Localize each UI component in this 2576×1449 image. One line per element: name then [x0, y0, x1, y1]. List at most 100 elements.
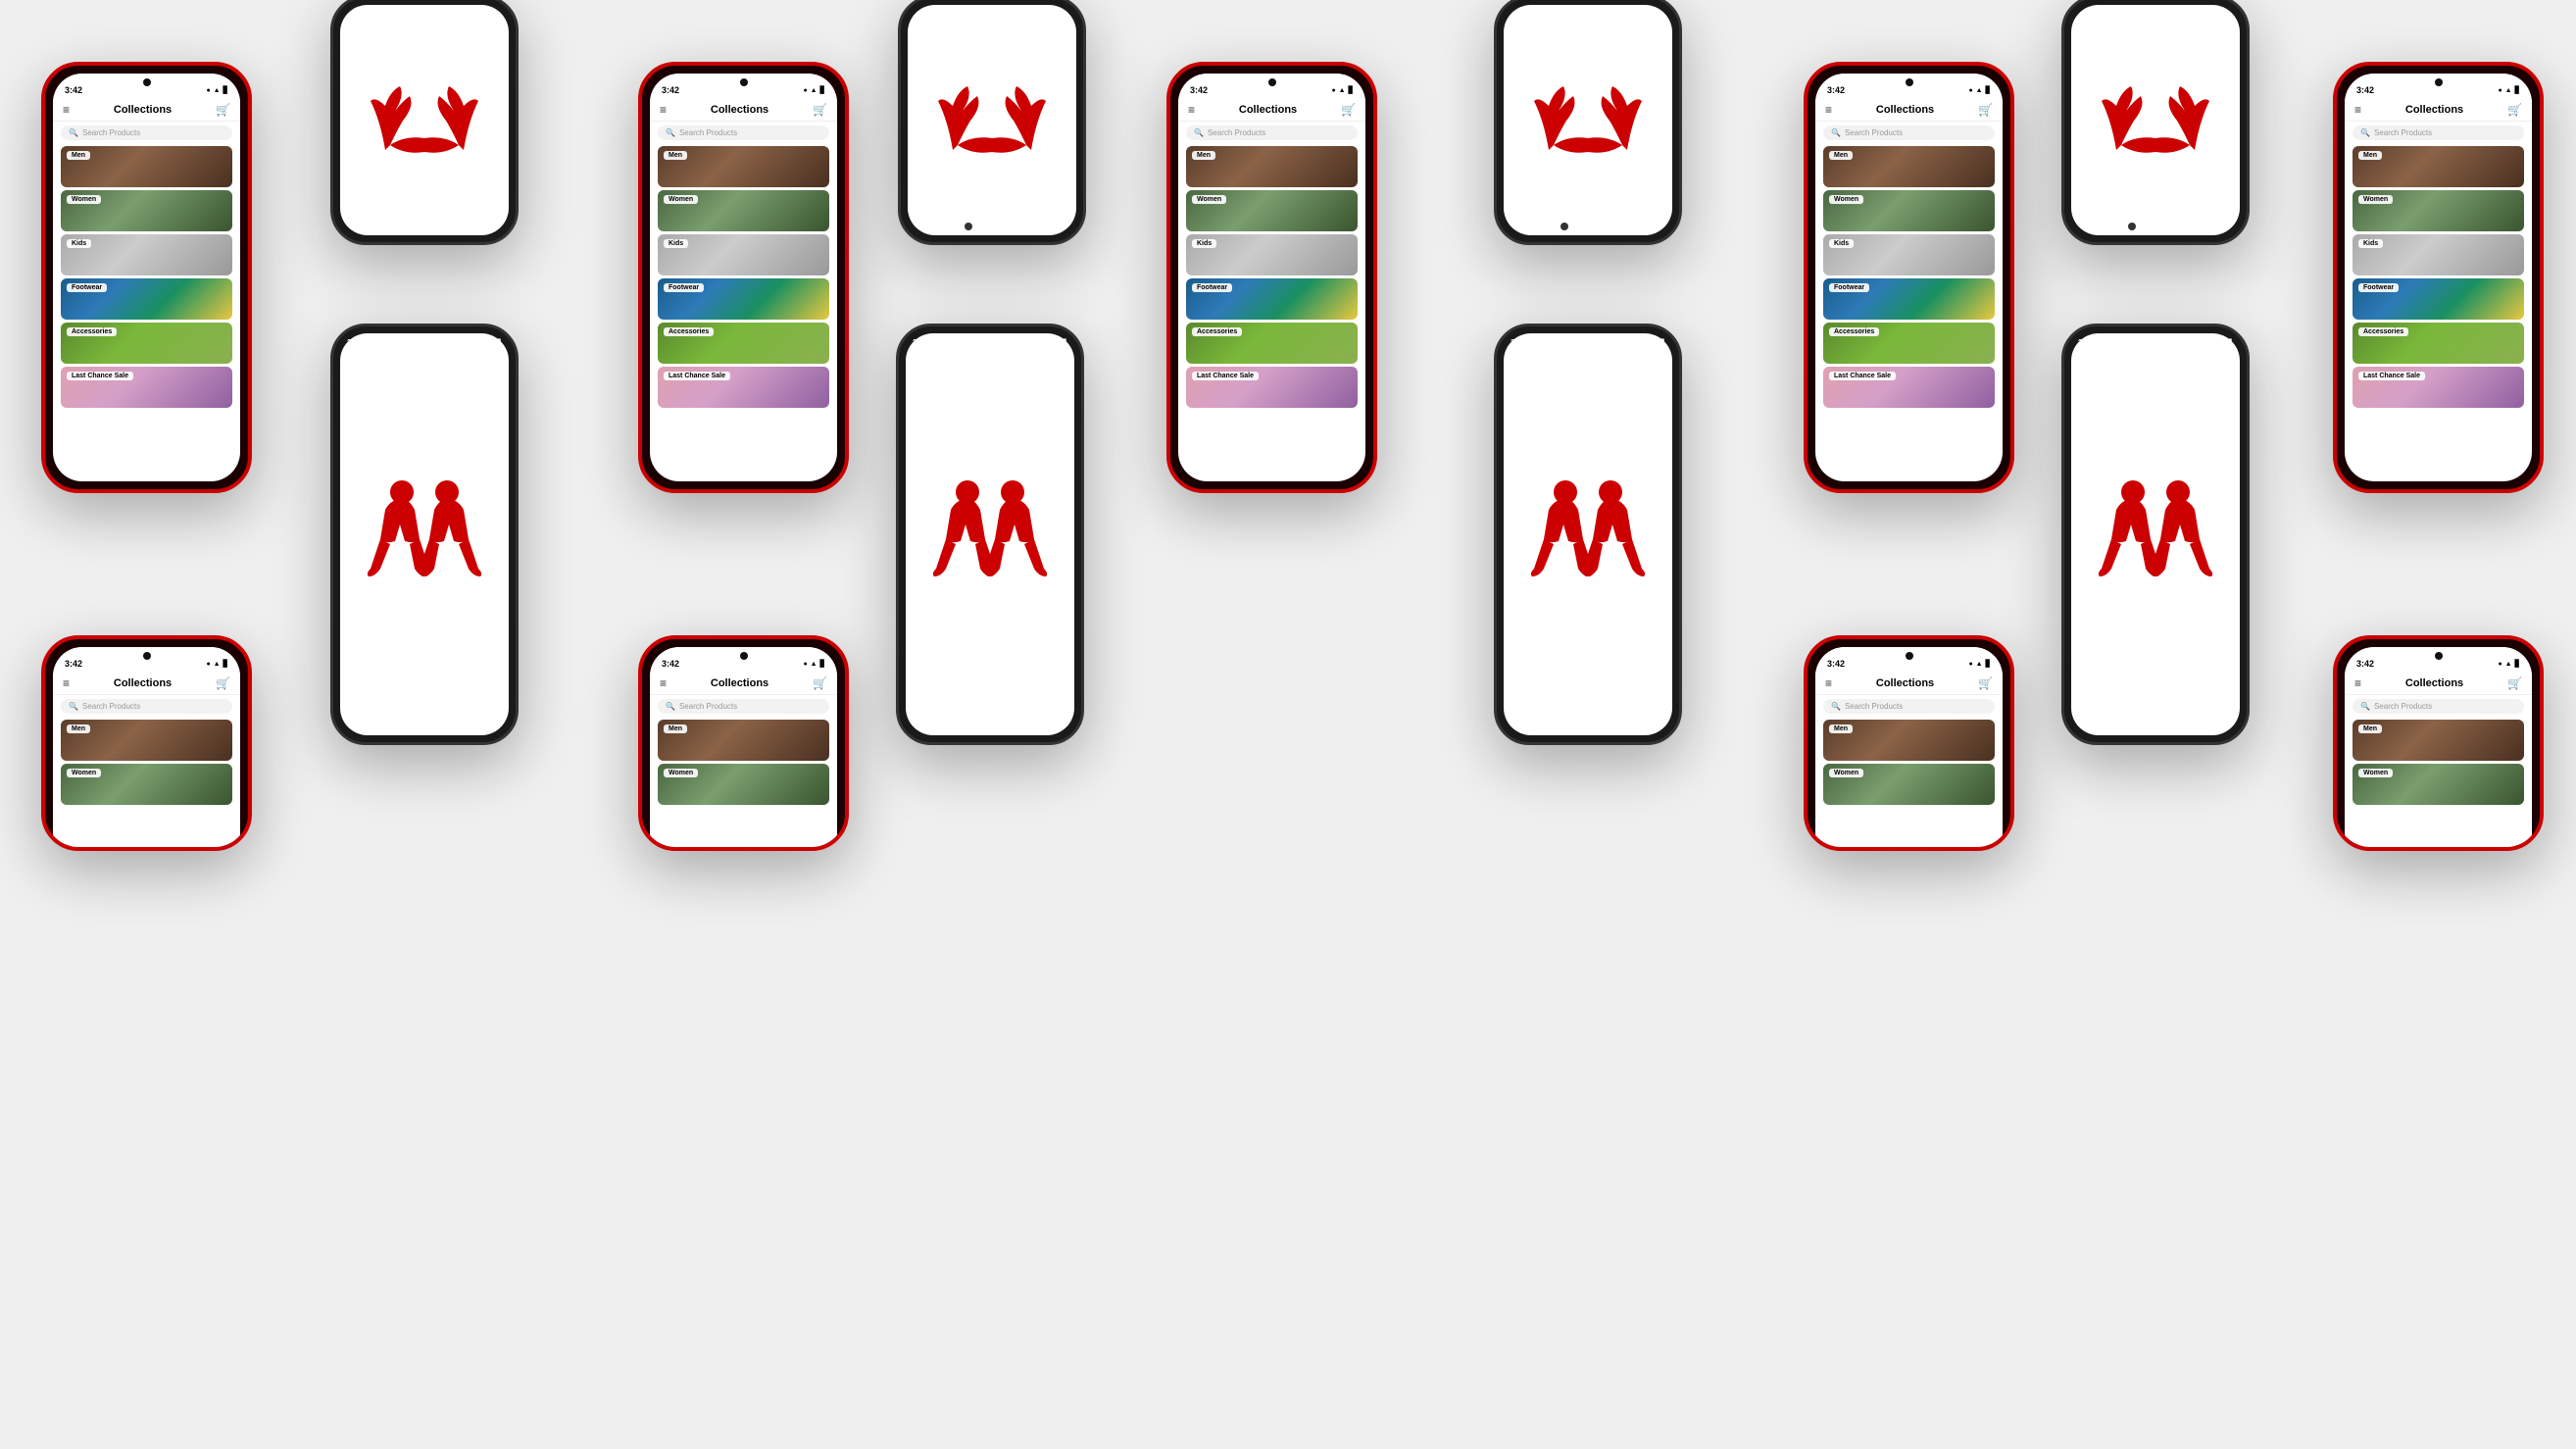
menu-icon[interactable]: ≡	[63, 103, 70, 117]
status-time-16: 3:42	[1827, 659, 1845, 669]
cart-icon-11[interactable]: 🛒	[1978, 103, 1993, 117]
search-bar-3[interactable]: 🔍 Search Products	[658, 125, 829, 140]
status-bar-3: 3:42 ●▲▊	[650, 74, 837, 99]
menu-icon-3[interactable]: ≡	[660, 103, 667, 117]
list-item-accessories-5[interactable]: Accessories	[1186, 323, 1358, 364]
cart-icon-8[interactable]: 🛒	[216, 676, 230, 690]
list-item-men-13[interactable]: Men	[2353, 146, 2524, 187]
cart-icon-17[interactable]: 🛒	[2507, 676, 2522, 690]
women-label-17: Women	[2358, 769, 2393, 777]
list-item-accessories-11[interactable]: Accessories	[1823, 323, 1995, 364]
collections-title-5: Collections	[1239, 104, 1297, 116]
collection-list-17: Men Women	[2345, 718, 2532, 807]
list-item-sale-11[interactable]: Last Chance Sale	[1823, 367, 1995, 408]
search-bar-17[interactable]: 🔍 Search Products	[2353, 699, 2524, 714]
list-item-footwear-11[interactable]: Footwear	[1823, 278, 1995, 320]
cart-icon-3[interactable]: 🛒	[813, 103, 827, 117]
phone-5: 3:42 ●▲▊ ≡ Collections 🛒 🔍 Search Produc…	[1166, 62, 1377, 493]
search-bar-16[interactable]: 🔍 Search Products	[1823, 699, 1995, 714]
search-icon-5: 🔍	[1194, 128, 1204, 137]
list-item-footwear-5[interactable]: Footwear	[1186, 278, 1358, 320]
search-placeholder-3: Search Products	[679, 128, 737, 137]
list-item-women-9[interactable]: Women	[658, 764, 829, 805]
cart-icon-13[interactable]: 🛒	[2507, 103, 2522, 117]
list-item-men-11[interactable]: Men	[1823, 146, 1995, 187]
app-header-16: ≡ Collections 🛒	[1815, 673, 2003, 695]
list-item-kids[interactable]: Kids	[61, 234, 232, 275]
list-item-accessories[interactable]: Accessories	[61, 323, 232, 364]
status-time-17: 3:42	[2356, 659, 2374, 669]
list-item-footwear-13[interactable]: Footwear	[2353, 278, 2524, 320]
women-label-11: Women	[1829, 195, 1863, 204]
list-item-women[interactable]: Women	[61, 190, 232, 231]
phone-17-partial: 3:42 ●▲▊ ≡ Collections 🛒 🔍 Search Produc…	[2333, 635, 2544, 851]
status-bar-16: 3:42 ●▲▊	[1815, 647, 2003, 673]
search-icon-16: 🔍	[1831, 702, 1841, 711]
list-item-sale[interactable]: Last Chance Sale	[61, 367, 232, 408]
cart-icon-5[interactable]: 🛒	[1341, 103, 1356, 117]
antler-logo-3	[1529, 81, 1647, 160]
cart-icon-16[interactable]: 🛒	[1978, 676, 1993, 690]
list-item-women-13[interactable]: Women	[2353, 190, 2524, 231]
footwear-label-3: Footwear	[664, 283, 704, 292]
list-item-kids-11[interactable]: Kids	[1823, 234, 1995, 275]
cart-icon-9[interactable]: 🛒	[813, 676, 827, 690]
list-item-men-17[interactable]: Men	[2353, 720, 2524, 761]
list-item-sale-5[interactable]: Last Chance Sale	[1186, 367, 1358, 408]
list-item-men-8[interactable]: Men	[61, 720, 232, 761]
list-item-sale-3[interactable]: Last Chance Sale	[658, 367, 829, 408]
list-item-women-5[interactable]: Women	[1186, 190, 1358, 231]
men-label-9: Men	[664, 724, 687, 733]
status-icons-16: ●▲▊	[1968, 660, 1991, 668]
list-item-accessories-3[interactable]: Accessories	[658, 323, 829, 364]
list-item-footwear-3[interactable]: Footwear	[658, 278, 829, 320]
search-bar-8[interactable]: 🔍 Search Products	[61, 699, 232, 714]
menu-icon-17[interactable]: ≡	[2354, 676, 2361, 690]
menu-icon-16[interactable]: ≡	[1825, 676, 1832, 690]
menu-icon-8[interactable]: ≡	[63, 676, 70, 690]
list-item-men-5[interactable]: Men	[1186, 146, 1358, 187]
list-item-women-3[interactable]: Women	[658, 190, 829, 231]
list-item-kids-5[interactable]: Kids	[1186, 234, 1358, 275]
search-icon-11: 🔍	[1831, 128, 1841, 137]
menu-icon-5[interactable]: ≡	[1188, 103, 1195, 117]
search-bar-13[interactable]: 🔍 Search Products	[2353, 125, 2524, 140]
list-item-men[interactable]: Men	[61, 146, 232, 187]
search-bar-11[interactable]: 🔍 Search Products	[1823, 125, 1995, 140]
phone-11: 3:42 ●▲▊ ≡ Collections 🛒 🔍 Search Produc…	[1804, 62, 2014, 493]
collection-list-9: Men Women	[650, 718, 837, 807]
list-item-women-16[interactable]: Women	[1823, 764, 1995, 805]
status-icons-5: ●▲▊	[1331, 86, 1354, 94]
list-item-women-11[interactable]: Women	[1823, 190, 1995, 231]
collection-list-11: Men Women Kids Footwear Accessories Last…	[1815, 144, 2003, 410]
menu-icon-9[interactable]: ≡	[660, 676, 667, 690]
footwear-label-13: Footwear	[2358, 283, 2399, 292]
women-label-13: Women	[2358, 195, 2393, 204]
status-bar: 3:42 ●▲▊	[53, 74, 240, 99]
list-item-kids-3[interactable]: Kids	[658, 234, 829, 275]
list-item-footwear[interactable]: Footwear	[61, 278, 232, 320]
app-header-11: ≡ Collections 🛒	[1815, 99, 2003, 122]
search-bar-9[interactable]: 🔍 Search Products	[658, 699, 829, 714]
status-bar-5: 3:42 ●▲▊	[1178, 74, 1365, 99]
menu-icon-11[interactable]: ≡	[1825, 103, 1832, 117]
search-bar[interactable]: 🔍 Search Products	[61, 125, 232, 140]
list-item-women-8[interactable]: Women	[61, 764, 232, 805]
sale-label: Last Chance Sale	[67, 372, 133, 380]
cart-icon[interactable]: 🛒	[216, 103, 230, 117]
list-item-sale-13[interactable]: Last Chance Sale	[2353, 367, 2524, 408]
camera-hole-17	[2435, 652, 2443, 660]
list-item-women-17[interactable]: Women	[2353, 764, 2524, 805]
list-item-men-9[interactable]: Men	[658, 720, 829, 761]
list-item-kids-13[interactable]: Kids	[2353, 234, 2524, 275]
list-item-men-16[interactable]: Men	[1823, 720, 1995, 761]
menu-icon-13[interactable]: ≡	[2354, 103, 2361, 117]
list-item-accessories-13[interactable]: Accessories	[2353, 323, 2524, 364]
search-bar-5[interactable]: 🔍 Search Products	[1186, 125, 1358, 140]
men-label-5: Men	[1192, 151, 1215, 160]
footwear-label-5: Footwear	[1192, 283, 1232, 292]
status-time-5: 3:42	[1190, 85, 1208, 95]
list-item-men-3[interactable]: Men	[658, 146, 829, 187]
accessories-label-5: Accessories	[1192, 327, 1242, 336]
phone-12-antler: 3:44 ▲ ▊●▊	[2061, 0, 2250, 245]
